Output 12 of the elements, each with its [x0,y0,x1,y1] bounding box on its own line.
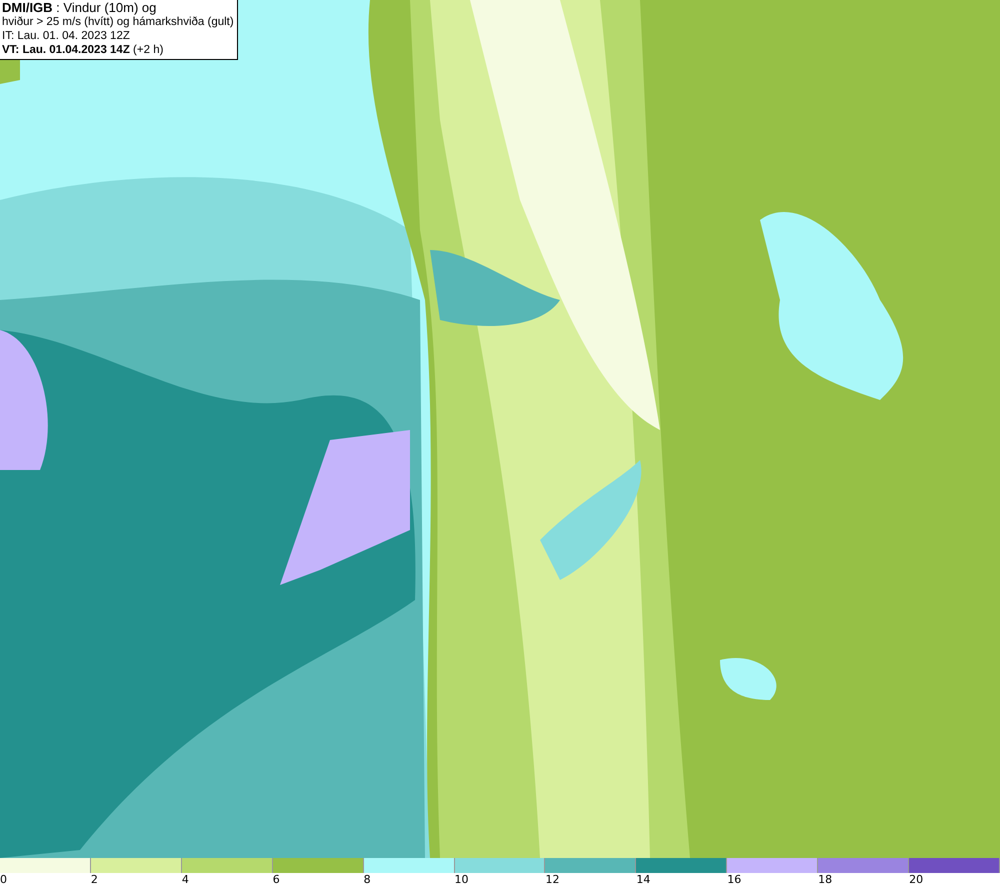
map-caption: DMI/IGB : Vindur (10m) og hviður > 25 m/s (hvítt) og hámarkshviða (gult) IT: Lau. 01. 04. 2023 12Z VT: Lau. 01.04.2023 14Z (+2 h) [0,0,238,60]
legend-label: 20 [909,873,924,887]
legend-label: 12 [545,873,560,887]
legend-label: 8 [364,873,371,887]
legend-label: 0 [0,873,7,887]
legend-label: 18 [818,873,832,887]
legend-label: 6 [272,873,280,887]
legend-label: 10 [454,873,469,887]
legend-label: 16 [727,873,742,887]
legend-label: 2 [90,873,98,887]
legend-label: 14 [636,873,650,887]
legend-label: 4 [182,873,189,887]
